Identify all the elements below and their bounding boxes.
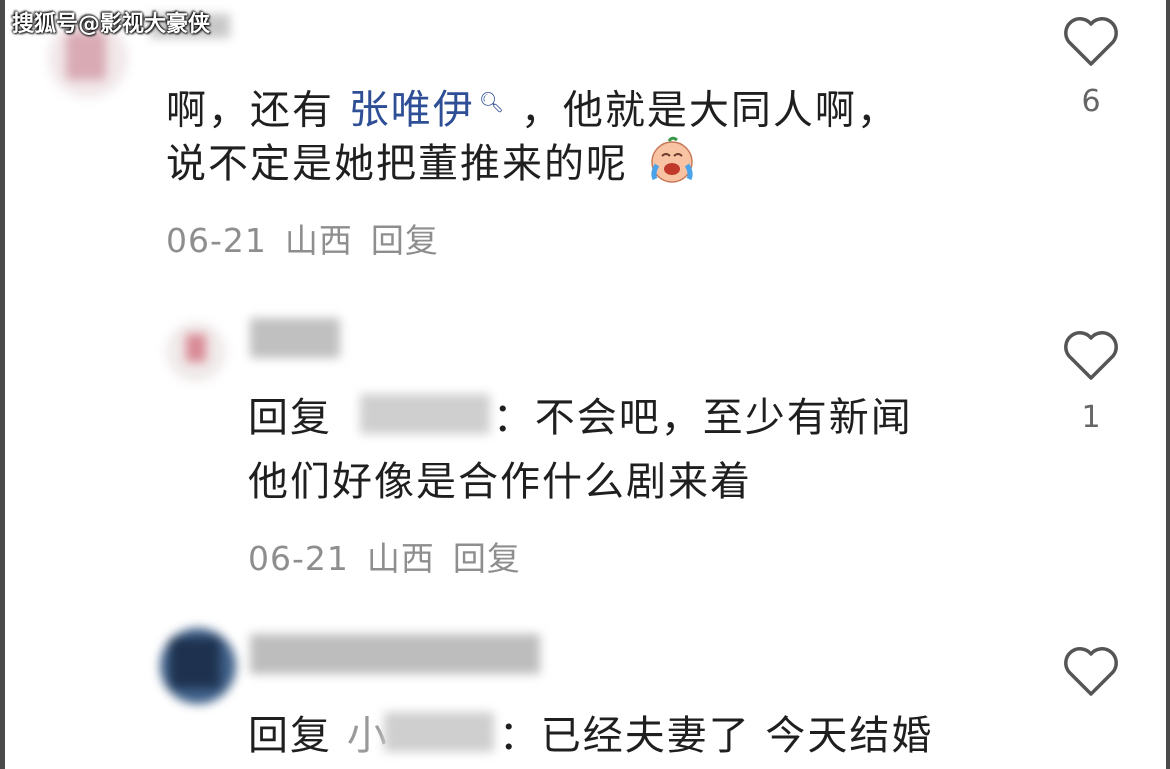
crying-laugh-emoji-icon (647, 135, 697, 204)
comment-text-line: 回复 小 ：已经夫妻了 今天结婚 (248, 704, 933, 768)
watermark: 搜狐号@影视大豪侠 (12, 12, 211, 37)
heart-outline-icon[interactable] (1061, 328, 1121, 384)
comment-meta: 06-21 山西 回复 (248, 532, 539, 580)
comment-text: ，他就是大同人啊， (520, 87, 899, 134)
comment-text-line: 说不定是她把董推来的呢 (166, 132, 697, 204)
right-frame-border (1166, 0, 1170, 769)
avatar[interactable] (166, 322, 226, 382)
comment-text-line: 他们好像是合作什么剧来着 (248, 450, 752, 514)
colon: ： (498, 713, 541, 759)
comment-text: 他们好像是合作什么剧来着 (248, 459, 752, 505)
mention-blurred[interactable] (360, 394, 490, 434)
comment-meta: 06-21 山西 回复 (166, 214, 457, 262)
mention-name[interactable]: 张唯伊 (349, 87, 475, 133)
reply-prefix: 回复 (248, 713, 332, 759)
comment-text: 说不定是她把董推来的呢 (166, 141, 628, 187)
mention-link[interactable]: 张唯伊 🔍︎ (349, 87, 521, 133)
avatar[interactable] (160, 628, 236, 704)
reply-button[interactable]: 回复 (453, 539, 521, 578)
reply-prefix: 回复 (248, 395, 332, 441)
reply-button[interactable]: 回复 (371, 221, 439, 260)
username-blurred[interactable] (250, 634, 540, 674)
comment-text: 已经夫妻了 今天结婚 (540, 713, 934, 759)
comment-text-line: 回复 ：不会吧，至少有新闻 (248, 386, 913, 450)
comment-location: 山西 (284, 221, 353, 260)
left-frame-border (0, 0, 5, 769)
comment-text: 不会吧，至少有新闻 (534, 395, 913, 441)
like-count: 6 (1081, 84, 1101, 119)
search-icon: 🔍︎ (478, 90, 507, 114)
colon: ： (492, 395, 535, 441)
comment-date: 06-21 (248, 539, 349, 578)
comment-location: 山西 (366, 539, 435, 578)
heart-outline-icon[interactable] (1061, 644, 1121, 700)
mention-partial[interactable]: 小 (347, 713, 389, 759)
comment-date: 06-21 (166, 221, 267, 260)
username-blurred[interactable] (250, 318, 340, 358)
comment-text: 啊，还有 (166, 87, 334, 134)
like-count: 1 (1081, 400, 1101, 435)
heart-outline-icon[interactable] (1061, 14, 1121, 70)
mention-blurred[interactable] (384, 712, 494, 752)
